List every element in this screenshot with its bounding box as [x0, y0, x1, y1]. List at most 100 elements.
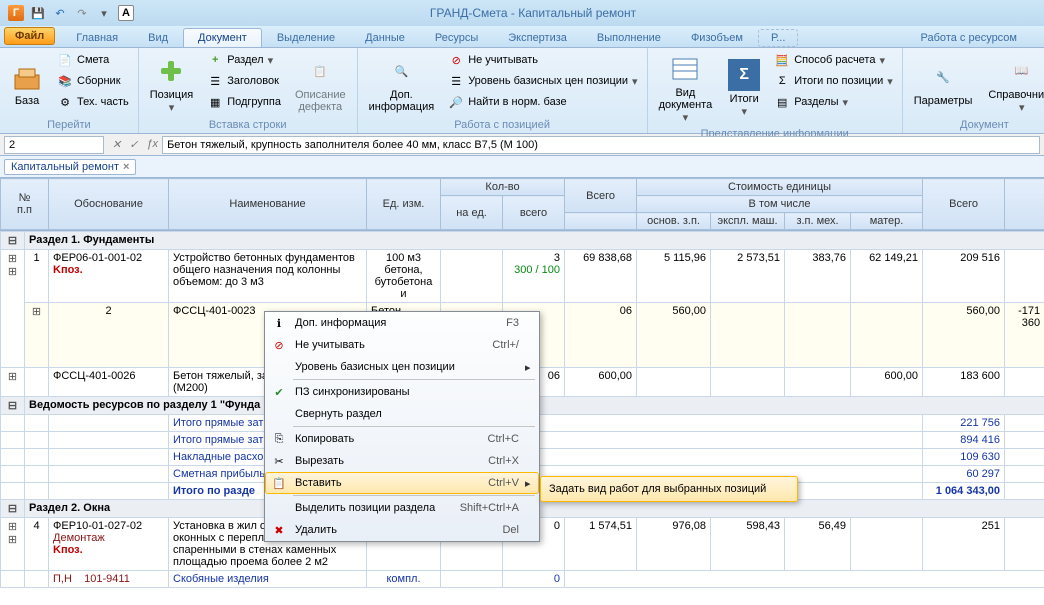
paste-icon: 📋 [269, 477, 289, 490]
copy-icon: ⎘ [269, 433, 289, 446]
grid-header: № п.п Обоснование Наименование Ед. изм. … [0, 178, 1044, 231]
context-menu-item[interactable]: ⊘Не учитыватьCtrl+/ [265, 334, 539, 356]
search-doc-icon: 🔍 [385, 55, 417, 87]
context-menu-item[interactable]: Уровень базисных цен позиции▸ [265, 356, 539, 378]
tab-physvol[interactable]: Физобъем [676, 28, 758, 47]
uroven-button[interactable]: ☰Уровень базисных цен позиции▾ [443, 71, 642, 91]
context-menu-item[interactable]: Свернуть раздел [265, 403, 539, 425]
context-menu-item[interactable]: ⎘КопироватьCtrl+C [265, 428, 539, 450]
level-icon: ☰ [448, 73, 464, 89]
table-row: ⊞ ⊞ 1 ФЕР06-01-001-02Kпоз. Устройство бе… [1, 250, 1044, 303]
books-icon: 📚 [57, 73, 73, 89]
cell-ref-input[interactable] [4, 136, 104, 154]
najti-button[interactable]: 🔎Найти в норм. базе [443, 92, 642, 112]
close-icon[interactable]: × [123, 161, 129, 173]
dopinfo-button[interactable]: 🔍 Доп. информация [362, 50, 442, 118]
ribbon-group-position: 🔍 Доп. информация ⊘Не учитывать ☰Уровень… [358, 48, 648, 133]
doc-tab[interactable]: Капитальный ремонт × [4, 159, 136, 175]
header-icon: ☰ [207, 73, 223, 89]
neuch-button[interactable]: ⊘Не учитывать [443, 50, 642, 70]
info-icon: ℹ [269, 317, 289, 330]
delete-icon: ✖ [269, 524, 289, 537]
cut-icon: ✂ [269, 455, 289, 468]
plus-sm-icon: + [207, 52, 223, 68]
ribbon-group-goto: База 📄Смета 📚Сборник ⚙Тех. часть Перейти [0, 48, 139, 133]
app-icon[interactable]: Г [8, 5, 24, 21]
fx-icon[interactable]: ƒx [146, 138, 158, 151]
cancel-formula-icon[interactable]: ✕ [112, 138, 121, 151]
position-button[interactable]: Позиция▾ [143, 50, 201, 118]
base-icon [11, 61, 43, 93]
tab-addon[interactable]: Р... [758, 29, 798, 47]
viewdoc-icon [669, 53, 701, 85]
context-menu-item[interactable]: 📋ВставитьCtrl+V▸ [265, 472, 539, 494]
book-icon: 📖 [1006, 55, 1038, 87]
context-menu-item[interactable]: Выделить позиции разделаShift+Ctrl+A [265, 497, 539, 519]
viddoc-button[interactable]: Вид документа▾ [652, 50, 720, 127]
context-menu-item[interactable]: ✂ВырезатьCtrl+X [265, 450, 539, 472]
ribbon-tabs: Файл Главная Вид Документ Выделение Данн… [0, 26, 1044, 48]
ribbon-group-document: 🔧 Параметры 📖 Справочники▾ Документ [903, 48, 1044, 133]
document-tabs: Капитальный ремонт × [0, 156, 1044, 178]
tab-execution[interactable]: Выполнение [582, 28, 676, 47]
itogi-button[interactable]: Σ Итоги▾ [721, 50, 767, 127]
context-menu-item[interactable]: ✖УдалитьDel [265, 519, 539, 541]
check-icon: ✔ [269, 386, 289, 399]
tab-resource-work[interactable]: Работа с ресурсом [906, 28, 1032, 47]
find-icon: 🔎 [448, 94, 464, 110]
sbornik-button[interactable]: 📚Сборник [52, 71, 134, 91]
tab-resources[interactable]: Ресурсы [420, 28, 493, 47]
font-icon[interactable]: A [118, 5, 134, 21]
save-icon[interactable]: 💾 [30, 5, 46, 21]
ribbon-group-view: Вид документа▾ Σ Итоги▾ 🧮Способ расчета▾… [648, 48, 903, 133]
formula-input[interactable] [162, 136, 1040, 154]
group-icon: ▦ [207, 94, 223, 110]
submenu-item[interactable]: Задать вид работ для выбранных позиций [543, 479, 795, 499]
redo-icon[interactable]: ↷ [74, 5, 90, 21]
context-menu: ℹДоп. информацияF3⊘Не учитыватьCtrl+/Уро… [264, 311, 540, 542]
ribbon-group-insert: Позиция▾ +Раздел▾ ☰Заголовок ▦Подгруппа … [139, 48, 358, 133]
tab-document[interactable]: Документ [183, 28, 262, 47]
table-row: П,Н 101-9411 Скобяные изделия компл. 0 [1, 571, 1044, 588]
plus-icon [155, 55, 187, 87]
quick-access-toolbar: Г 💾 ↶ ↷ ▾ A [0, 5, 142, 21]
title-bar: Г 💾 ↶ ↷ ▾ A ГРАНД-Смета - Капитальный ре… [0, 0, 1044, 26]
zagolovok-button[interactable]: ☰Заголовок [202, 71, 286, 91]
app-title: ГРАНД-Смета - Капитальный ремонт [142, 6, 924, 20]
gear-icon: ⚙ [57, 94, 73, 110]
tab-view[interactable]: Вид [133, 28, 183, 47]
context-menu-item[interactable]: ✔ПЗ синхронизированы [265, 381, 539, 403]
sposob-button[interactable]: 🧮Способ расчета▾ [769, 50, 898, 70]
context-submenu: Задать вид работ для выбранных позиций [540, 476, 798, 502]
ribbon: База 📄Смета 📚Сборник ⚙Тех. часть Перейти… [0, 48, 1044, 134]
sum-icon: Σ [728, 59, 760, 91]
razdel-button[interactable]: +Раздел▾ [202, 50, 286, 70]
tab-selection[interactable]: Выделение [262, 28, 350, 47]
tech-button[interactable]: ⚙Тех. часть [52, 92, 134, 112]
sprav-button[interactable]: 📖 Справочники▾ [981, 50, 1044, 118]
param-button[interactable]: 🔧 Параметры [907, 50, 980, 118]
tab-main[interactable]: Главная [61, 28, 133, 47]
smeta-button[interactable]: 📄Смета [52, 50, 134, 70]
cancel-icon: ⊘ [269, 339, 289, 352]
context-menu-item[interactable]: ℹДоп. информацияF3 [265, 312, 539, 334]
cancel-icon: ⊘ [448, 52, 464, 68]
more-icon[interactable]: ▾ [96, 5, 112, 21]
doc-icon: 📄 [57, 52, 73, 68]
wrench-icon: 🔧 [927, 61, 959, 93]
tab-data[interactable]: Данные [350, 28, 420, 47]
base-button[interactable]: База [4, 50, 50, 118]
undo-icon[interactable]: ↶ [52, 5, 68, 21]
podgruppa-button[interactable]: ▦Подгруппа [202, 92, 286, 112]
opis-button[interactable]: 📋 Описание дефекта [288, 50, 353, 118]
itogipoz-button[interactable]: ΣИтоги по позиции▾ [769, 71, 898, 91]
defect-icon: 📋 [304, 55, 336, 87]
tab-expertise[interactable]: Экспертиза [493, 28, 582, 47]
sumpos-icon: Σ [774, 73, 790, 89]
sections-icon: ▤ [774, 94, 790, 110]
section-header: ⊟Раздел 1. Фундаменты [1, 232, 1044, 250]
calc-icon: 🧮 [774, 52, 790, 68]
file-tab[interactable]: Файл [4, 27, 55, 45]
razdely-button[interactable]: ▤Разделы▾ [769, 92, 898, 112]
accept-formula-icon[interactable]: ✓ [129, 138, 138, 151]
